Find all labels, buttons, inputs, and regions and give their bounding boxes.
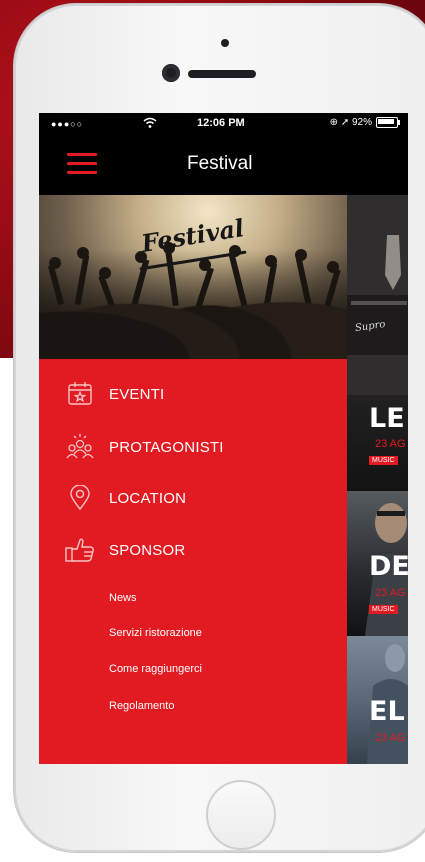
home-button[interactable] [206, 780, 276, 850]
menu-label-eventi: EVENTI [109, 385, 165, 403]
status-time: 12:06 PM [197, 117, 245, 129]
event-card[interactable]: Supro LE 23 AG MUSIC [347, 195, 408, 491]
calendar-star-icon [65, 379, 95, 409]
card-tag: MUSIC [369, 456, 398, 465]
nav-bar: Festival [39, 135, 408, 195]
location-pin-icon [65, 483, 95, 513]
guitar-amp-graphic [347, 195, 408, 395]
card-tag: MUSIC [369, 605, 398, 614]
front-camera [162, 64, 180, 82]
status-right: ⊕ ➚ 92% [329, 117, 400, 128]
wifi-icon [143, 117, 157, 128]
menu-item-eventi[interactable]: EVENTI [65, 379, 164, 409]
submenu-item-servizi-ristorazione[interactable]: Servizi ristorazione [109, 627, 202, 639]
menu-item-location[interactable]: LOCATION [65, 483, 186, 513]
card-date: 23 AG [375, 587, 406, 599]
card-date: 23 AG [375, 438, 406, 450]
front-sensor [221, 39, 229, 47]
event-card[interactable]: DE 23 AG MUSIC [347, 491, 408, 636]
submenu-item-regolamento[interactable]: Regolamento [109, 700, 174, 712]
battery-percent: ⊕ ➚ 92% [329, 117, 372, 128]
side-menu: EVENTI PROTAGONISTI LOCATION SPONSOR New… [39, 359, 347, 764]
hamburger-menu-icon[interactable] [67, 153, 97, 175]
submenu-item-news[interactable]: News [109, 592, 137, 604]
menu-label-sponsor: SPONSOR [109, 541, 186, 559]
event-card-list: Supro LE 23 AG MUSIC DE 23 AG MUSIC EL 2… [347, 195, 408, 764]
card-title: DE [369, 551, 408, 582]
nav-title: Festival [187, 153, 253, 174]
menu-item-sponsor[interactable]: SPONSOR [65, 535, 185, 565]
submenu-item-come-raggiungerci[interactable]: Come raggiungerci [109, 663, 202, 675]
menu-item-protagonisti[interactable]: PROTAGONISTI [65, 432, 224, 462]
app-screen: ●●●○○ 12:06 PM ⊕ ➚ 92% Festival Festival… [39, 113, 408, 764]
event-card[interactable]: EL 23 AG [347, 636, 408, 764]
card-date: 23 AG [375, 732, 406, 744]
people-group-icon [65, 432, 95, 462]
menu-label-protagonisti: PROTAGONISTI [109, 438, 224, 456]
card-title: LE [369, 403, 405, 434]
status-bar: ●●●○○ 12:06 PM ⊕ ➚ 92% [39, 113, 408, 135]
thumbs-up-icon [65, 535, 95, 565]
menu-label-location: LOCATION [109, 489, 187, 507]
card-title: EL [369, 696, 405, 727]
signal-indicator: ●●●○○ [51, 119, 84, 129]
hero-image: Festival [39, 195, 347, 359]
earpiece-speaker [188, 70, 256, 78]
crowd-shadow [39, 249, 347, 359]
battery-icon [376, 117, 400, 128]
